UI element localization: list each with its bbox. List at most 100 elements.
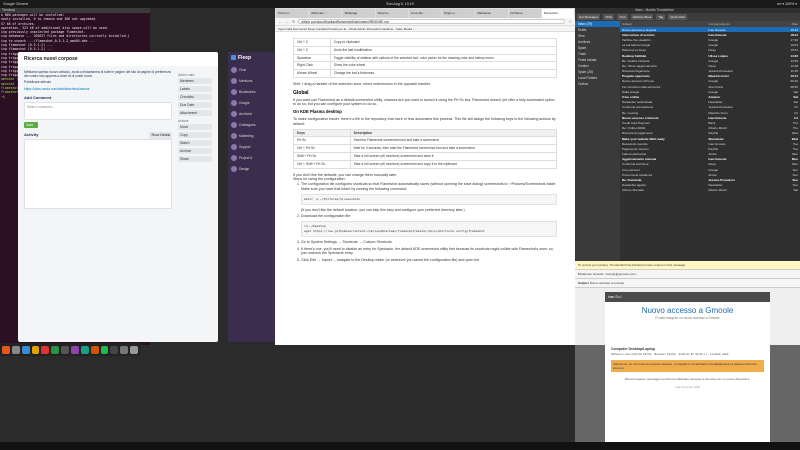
card-watch-button[interactable]: Watch [178,140,212,146]
toolbar-tag-button[interactable]: Tag [656,14,666,20]
show-details-button[interactable]: Show Details [149,131,172,139]
message-row[interactable]: Nuovo accesso a Gmoole Ivan Gmoole Fri [620,115,800,120]
chat-item[interactable]: Mentions [228,75,276,86]
message-row[interactable]: Ricevuta di pagamento PayPal Wed [620,131,800,136]
chat-item[interactable]: Bookmarks [228,86,276,97]
browser-tab[interactable]: Abbonam... [309,9,342,18]
launcher-app-icon[interactable] [31,345,40,354]
browser-tab[interactable]: Ricerca... [375,9,408,18]
launcher-app-icon[interactable] [41,345,50,354]
card-archive-button[interactable]: Archive [178,148,212,154]
toolbar-write-button[interactable]: Write [603,14,615,20]
remote-content-bar[interactable]: To protect your privacy, Thunderbird has… [575,261,800,270]
browser-tab[interactable]: Fill flame [508,9,541,18]
forward-icon[interactable]: → [285,19,289,24]
message-row[interactable]: Fw: Istruzioni sulla sicurezza Ariel Orsi… [620,84,800,89]
toolbar-chat-button[interactable]: Chat [617,14,628,20]
clock[interactable]: Sun Aug 5, 19:19 [386,2,414,6]
toolbar-get-messages-button[interactable]: Get Messages [577,14,601,20]
message-row[interactable]: Resoconto mensile Ivan Gmoole Tue [620,141,800,146]
card-copy-button[interactable]: Copy [178,132,212,138]
code-block[interactable]: cd ~/Desktop wget https://raw.githubuser… [301,221,557,237]
browser-tab[interactable]: Prima in... [276,9,309,18]
message-row[interactable]: Nuovo accesso Chrome Google 09:22 [620,79,800,84]
active-app-name[interactable]: Google Chrome [3,2,28,6]
message-row[interactable]: Newsletter agosto Newsletter Sun [620,183,800,188]
message-row[interactable]: Newsletter settimanale Newsletter Sat [620,100,800,105]
message-row[interactable]: Re: Domanda Jessica Pomodoro Sun [620,177,800,182]
card-share-button[interactable]: Share [178,156,212,162]
launcher-app-icon[interactable] [120,345,129,354]
launcher-app-icon[interactable] [90,345,99,354]
message-row[interactable]: Re: Verifica richiesta Google 13:56 [620,58,800,63]
message-row[interactable]: Progetto approvato Maurizio Ferro 10:11 [620,74,800,79]
chat-item[interactable]: Archived [228,108,276,119]
message-row[interactable]: Il tuo account Google Sun [620,167,800,172]
card-title[interactable]: Ricerca nuovi corpose [18,52,218,66]
message-row[interactable]: Re: Ultimo aggiornamento Fleep 12:08 [620,63,800,68]
browser-tab[interactable]: Linux Re... [408,9,442,18]
launcher-app-icon[interactable] [21,345,30,354]
toolbar-quick-filter-button[interactable]: Quick Filter [668,14,688,20]
message-row[interactable]: Dalla Google Google Sat [620,89,800,94]
chat-item[interactable]: Design [228,163,276,174]
message-row[interactable]: Aggiornamento sistema Ivan Gmoole Mon [620,157,800,162]
system-tray[interactable]: en ▾ 100% ▾ [777,2,797,6]
launcher-app-icon[interactable] [11,345,20,354]
chat-window[interactable]: Fleep Chat Mentions Bookmarks Google Archive… [228,52,276,342]
launcher-app-icon[interactable] [100,345,109,354]
launcher-app-icon[interactable] [51,345,60,354]
col-correspondents[interactable]: Correspondents [708,22,766,26]
chat-item[interactable]: Project A [228,152,276,163]
message-row[interactable]: Make your website SEO ready Sitemaster Wed [620,136,800,141]
chat-item[interactable]: Google [228,97,276,108]
message-row[interactable]: Nuovo accesso a Gmoole Ivan Gmoole 19:10 [620,27,800,33]
chat-item[interactable]: Chat [228,64,276,75]
message-row[interactable]: Credit Card Payment Bank Thu [620,120,800,125]
message-row[interactable]: Re: meeting Maurizio Ferro Fri [620,110,800,115]
card-dialog[interactable]: Ricerca nuovi corpose Mettiamo questo nu… [18,52,218,342]
launcher-app-icon[interactable] [61,345,70,354]
card-members-button[interactable]: Members [178,78,212,84]
message-row[interactable]: Desktop Fattibile Ulisse Lolano 14:22 [620,53,800,58]
message-row[interactable]: Welcome to Fleep Fleep 15:51 [620,48,800,53]
message-row[interactable]: Pagamento ricevuto PayPal Tue [620,146,800,151]
address-input[interactable]: github.com/lupoDharkael/flameshot/blob/m… [298,19,566,24]
card-labels-button[interactable]: Labels [178,86,212,92]
message-row[interactable]: Il tuo ordine Amazon Sat [620,94,800,99]
browser-tab[interactable]: Markdown [475,9,508,18]
launcher-app-icon[interactable] [80,345,89,354]
card-link[interactable]: https://docs.moda.com/attivita/schedulaz… [24,87,172,91]
chat-item[interactable]: Marketing [228,130,276,141]
launcher-app-icon[interactable] [2,345,10,354]
reload-icon[interactable]: ↻ [292,19,295,24]
code-block[interactable]: mkdir -p ~/Pictures/Screenshots [301,193,557,205]
thunderbird-window[interactable]: Inbox - Mozilla Thunderbird Get Messages… [575,8,800,345]
message-row[interactable]: Fattura elettronica Aruba Mon [620,152,800,157]
card-checklist-button[interactable]: Checklist [178,94,212,100]
message-row[interactable]: Promemoria scadenza Aruba Sun [620,172,800,177]
message-row[interactable]: La tua fattura Google Google 16:03 [620,43,800,48]
message-row[interactable]: Conferma prenotazione Jessica Pomodoro Fri [620,105,800,110]
message-row[interactable]: Interruzione di servizio Ivan Gmoole 18:44 [620,32,800,37]
browser-window[interactable]: Prima in... Abbonam... Webpage Ricerca... Li… [275,8,575,345]
chat-item[interactable]: Support [228,141,276,152]
message-row[interactable]: Ricevuta Pagamento Jessica Pomodoro 11:45 [620,69,800,74]
launcher-app-icon[interactable] [71,345,79,354]
message-row[interactable]: Conferma iscrizione Fleep Mon [620,162,800,167]
back-icon[interactable]: ← [278,19,282,24]
card-due-date-button[interactable]: Due Date [178,102,212,108]
card-attachment-button[interactable]: Attachment [178,110,212,116]
launcher-app-icon[interactable] [130,345,139,354]
folder-item[interactable]: Outbox [575,81,620,87]
comment-input[interactable]: Write a comment... [24,101,172,120]
col-subject[interactable]: Subject [622,22,708,26]
col-date[interactable]: Date [766,22,798,26]
toolbar-address-book-button[interactable]: Address Book [630,14,654,20]
launcher-app-icon[interactable] [110,345,119,354]
message-row[interactable]: Re: Ordine 20201 Alberto Marini Thu [620,126,800,131]
message-row[interactable]: Verifica che visualizzi... Google 17:20 [620,37,800,42]
message-row[interactable]: Ultima chiamata Alberto Marini Sat [620,188,800,193]
star-icon[interactable]: ☆ [568,19,572,24]
browser-tab[interactable]: Plugin s... [442,9,475,18]
